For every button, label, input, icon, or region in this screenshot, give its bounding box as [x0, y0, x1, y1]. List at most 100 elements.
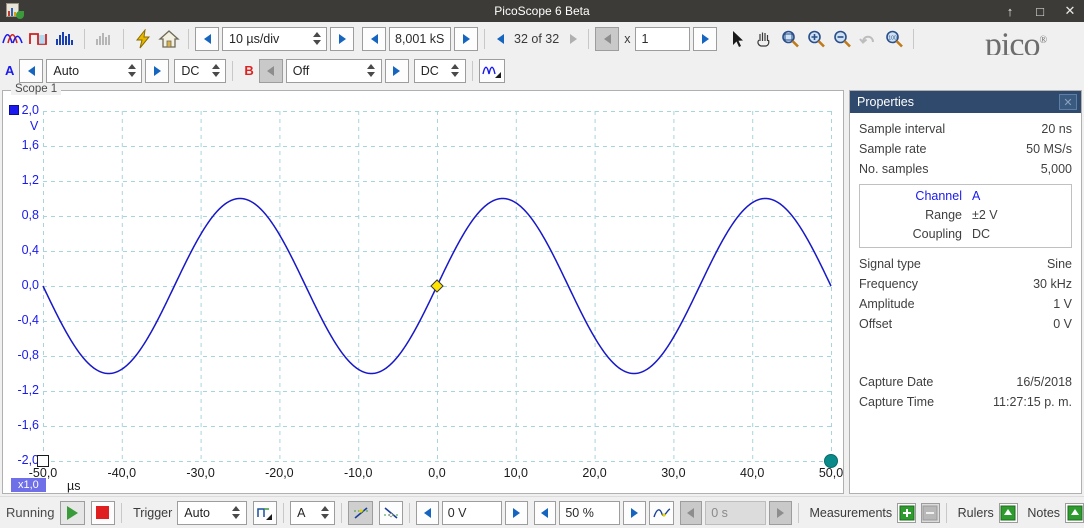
zoom-factor-field[interactable]: 1 [635, 26, 691, 51]
trigger-level-field[interactable]: 0 V [441, 500, 503, 525]
properties-panel: Properties ✕ Sample interval 20 ns Sampl… [849, 90, 1082, 494]
trigger-level-prev-button[interactable] [416, 500, 439, 525]
trigger-position-field[interactable]: 50 % [559, 500, 620, 525]
samples-field[interactable]: 8,001 kS [389, 26, 451, 51]
toolbar-divider [913, 28, 915, 49]
trigger-position-icon[interactable] [649, 500, 674, 525]
timebase-selector[interactable]: 10 µs/div [222, 26, 327, 51]
falling-edge-icon[interactable] [378, 500, 404, 525]
property-value: 30 kHz [1033, 277, 1072, 291]
property-value: Sine [1046, 257, 1072, 271]
close-button[interactable]: ✕ [1062, 3, 1078, 19]
samples-prev-button[interactable] [362, 26, 386, 51]
channel-property-row: Coupling DC [866, 225, 1065, 244]
rising-edge-icon[interactable] [348, 500, 373, 525]
trigger-position-prev-button[interactable] [533, 500, 557, 525]
trigger-type-icon[interactable] [252, 500, 278, 525]
shade-button[interactable]: ↑ [1002, 3, 1018, 19]
channel-a-label[interactable]: A [0, 63, 19, 78]
property-value: 11:27:15 p. m. [993, 395, 1072, 409]
property-row: Capture Time 11:27:15 p. m. [859, 392, 1072, 412]
title-bar: PicoScope 6 Beta ↑ □ ✕ [0, 0, 1084, 22]
channel-b-range-spinner[interactable] [365, 60, 381, 82]
waveform-next-button [564, 27, 582, 51]
add-measurement-button[interactable] [897, 502, 917, 523]
x-scale-badge[interactable]: x1,0 [11, 478, 46, 492]
channel-b-label[interactable]: B [239, 63, 258, 78]
spectrum-mode-icon[interactable] [52, 26, 78, 52]
y-axis-tick-label: -0,8 [17, 348, 39, 362]
timebase-prev-button[interactable] [195, 26, 219, 51]
property-value: ±2 V [972, 208, 998, 222]
waveform-prev-button[interactable] [491, 27, 509, 51]
waveform-plot[interactable]: 2,0 1,6 1,2 0,8 0,4 0,0 -0,4 -0,8 -1,2 -1,6 -2,0 V -… [3, 91, 845, 495]
timebase-spinner[interactable] [310, 28, 326, 50]
channel-a-coupling-spinner[interactable] [209, 60, 225, 82]
samples-next-button[interactable] [454, 26, 478, 51]
awg-icon[interactable] [478, 58, 505, 83]
toolbar-divider [484, 28, 485, 49]
trigger-position-next-button[interactable] [622, 500, 646, 525]
x-axis-unit-label: µs [67, 479, 81, 493]
zoom-out-icon[interactable] [829, 26, 855, 52]
scope-mode-icon[interactable] [0, 26, 26, 52]
toolbar-divider [123, 28, 124, 49]
scope-view: Scope 1 2,0 1,6 1,2 0,8 0,4 0,0 -0,4 -0,8 -1,2 -1… [2, 83, 845, 495]
zoom-100-icon[interactable]: 100 [881, 26, 907, 52]
trigger-marker[interactable] [430, 279, 444, 293]
property-row: Sample rate 50 MS/s [859, 139, 1072, 159]
property-row: Sample interval 20 ns [859, 119, 1072, 139]
lightning-icon[interactable] [130, 26, 156, 52]
channel-a-range-selector[interactable]: Auto [46, 58, 143, 83]
home-icon[interactable] [156, 26, 182, 52]
channel-a-next-button[interactable] [145, 58, 170, 83]
property-label: Channel [915, 189, 962, 203]
property-row: Offset 0 V [859, 314, 1072, 334]
square-wave-icon[interactable] [26, 26, 52, 52]
statusbar-divider [945, 502, 947, 523]
channel-a-offset-handle[interactable] [37, 455, 49, 467]
status-bar: Running Trigger Auto A 0 V 50 % 0 s Meas… [0, 496, 1084, 528]
property-value: DC [972, 227, 991, 241]
x-axis-tick-label: -30,0 [186, 466, 215, 480]
trigger-level-next-button[interactable] [505, 500, 528, 525]
notes-toggle-button[interactable] [1065, 502, 1084, 523]
property-value: 50 MS/s [1026, 142, 1072, 156]
property-row: Signal type Sine [859, 254, 1072, 274]
trigger-mode-spinner[interactable] [230, 502, 246, 524]
timebase-next-button[interactable] [330, 26, 354, 51]
properties-close-icon[interactable]: ✕ [1059, 94, 1077, 110]
x-axis-tick-label: 30,0 [661, 466, 686, 480]
channel-a-coupling-selector[interactable]: DC [174, 58, 227, 83]
hand-pan-tool-icon[interactable] [751, 26, 777, 52]
y-axis-tick-label: -1,2 [17, 383, 39, 397]
zoom-factor-next-button[interactable] [693, 26, 718, 51]
channel-b-coupling-selector[interactable]: DC [413, 58, 466, 83]
pointer-tool-icon[interactable] [725, 26, 751, 52]
property-row: Amplitude 1 V [859, 294, 1072, 314]
channel-b-next-button[interactable] [384, 58, 409, 83]
properties-header: Properties ✕ [850, 91, 1081, 113]
maximize-button[interactable]: □ [1032, 3, 1048, 19]
trigger-source-spinner[interactable] [318, 502, 334, 524]
channel-a-prev-button[interactable] [19, 58, 44, 83]
property-value: 20 ns [1041, 122, 1072, 136]
trigger-source-selector[interactable]: A [290, 500, 336, 525]
x-axis-tick-label: -40,0 [107, 466, 137, 480]
rulers-toggle-button[interactable] [998, 502, 1018, 523]
svg-text:100: 100 [889, 35, 898, 41]
channel-b-coupling-spinner[interactable] [449, 60, 465, 82]
channel-property-row: Channel A [866, 187, 1065, 206]
properties-title: Properties [857, 95, 914, 109]
post-trigger-delay-marker[interactable] [824, 454, 838, 468]
trigger-mode-selector[interactable]: Auto [177, 500, 247, 525]
channel-b-range-selector[interactable]: Off [285, 58, 382, 83]
channel-a-range-spinner[interactable] [125, 60, 141, 82]
zoom-region-icon[interactable] [777, 26, 803, 52]
notes-label: Notes [1027, 505, 1061, 520]
property-label: No. samples [859, 162, 929, 176]
start-capture-button[interactable] [60, 500, 85, 525]
y-axis-tick-label: -0,4 [17, 313, 39, 327]
stop-capture-button[interactable] [90, 500, 116, 525]
zoom-in-icon[interactable] [803, 26, 829, 52]
